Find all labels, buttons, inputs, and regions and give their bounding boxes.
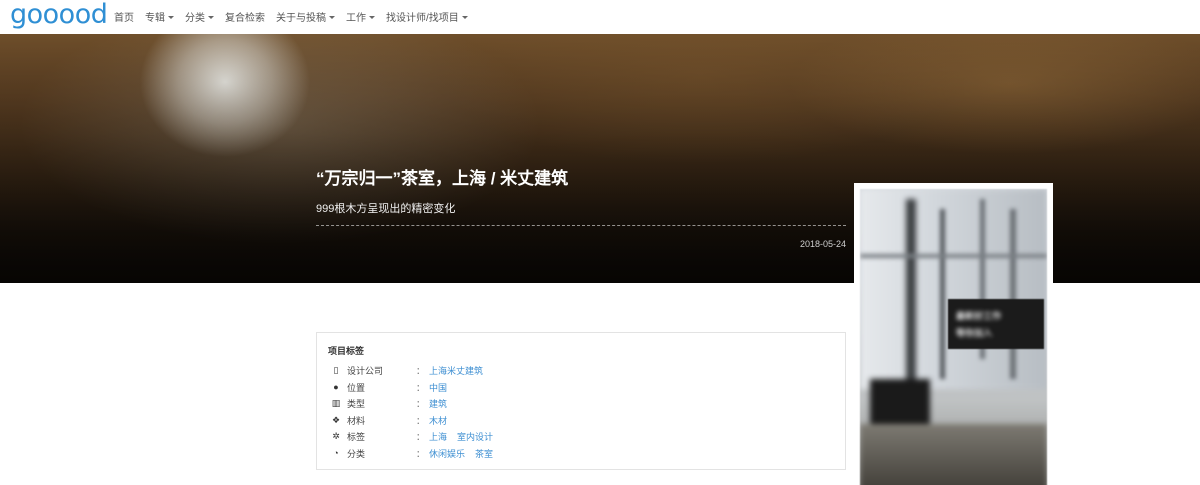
pie-chart-icon: ◔ (333, 448, 339, 458)
project-tags-panel: 项目标签 ▯ 设计公司：上海米丈建筑 ● 位置：中国 ▥ 类型：建筑 ❖ 材料：木材 ✲ 标签：上… (316, 332, 846, 470)
main-menu: 首页 专辑 分类 复合检索 关于与投稿 工作 找设计师/找项目 (114, 9, 479, 24)
tag-row: ✲ 标签 ：上海 室内设计 (331, 429, 831, 443)
tag-row-label: 分类 (347, 448, 366, 459)
tag-row-colon: ： (416, 365, 426, 376)
caret-down-icon (461, 15, 468, 19)
tag-row-colon: ： (416, 448, 426, 459)
nav-item-label: 工作 (346, 13, 366, 24)
tag-row-label: 设计公司 (347, 365, 384, 376)
caret-down-icon (208, 15, 214, 19)
tag-link[interactable]: 中国 (429, 381, 447, 394)
top-navbar: gooood 首页 专辑 分类 复合检索 关于与投稿 工作 找设计师/找项目 (0, 0, 1200, 34)
tag-link[interactable]: 上海米丈建筑 (429, 364, 483, 377)
tag-row: ▯ 设计公司 ：上海米丈建筑 (331, 363, 831, 377)
nav-item-label: 专辑 (145, 13, 165, 24)
tag-row-colon: ： (416, 382, 426, 393)
panel-title: 项目标签 (328, 346, 365, 356)
tag-row: ◔ 分类 ：休闲娱乐 茶室 (331, 446, 831, 460)
tag-row-label: 材料 (347, 415, 366, 426)
article-title: “万宗归一”茶室，上海 / 米丈建筑 (316, 169, 569, 188)
nav-item-6[interactable]: 找设计师/找项目 (386, 9, 468, 24)
tag-link[interactable]: 上海 (429, 430, 447, 443)
pinwheel-icon: ✲ (332, 430, 340, 441)
tag-link[interactable]: 建筑 (429, 397, 447, 410)
publish-date: 2018-05-24 (800, 239, 847, 249)
tag-link[interactable]: 休闲娱乐 (429, 447, 465, 460)
tag-row: ▥ 类型 ：建筑 (331, 396, 831, 410)
caret-down-icon (369, 15, 375, 19)
nav-item-label: 分类 (185, 13, 205, 24)
nav-item-3[interactable]: 复合检索 (225, 9, 265, 24)
building-icon: ▯ (333, 364, 339, 375)
tag-row-label: 位置 (347, 382, 366, 393)
nav-item-0[interactable]: 首页 (114, 9, 134, 24)
ad-caption-line1: 最新好工作 (956, 311, 1002, 321)
nav-item-2[interactable]: 分类 (185, 9, 214, 24)
institution-icon: ▥ (331, 397, 341, 408)
nav-item-label: 首页 (114, 13, 134, 24)
caret-down-icon (329, 15, 335, 19)
tag-row-label: 类型 (347, 398, 366, 409)
tag-row-colon: ： (416, 415, 426, 426)
nav-item-label: 找设计师/找项目 (386, 13, 459, 24)
tag-row: ❖ 材料 ：木材 (331, 413, 831, 427)
nav-item-label: 关于与投稿 (276, 13, 326, 24)
tag-link[interactable]: 室内设计 (457, 430, 493, 443)
ad-image[interactable]: 最新好工作 等你加入 (860, 189, 1047, 485)
tag-row-colon: ： (416, 431, 426, 442)
nav-item-5[interactable]: 工作 (346, 9, 375, 24)
ad-caption-box: 最新好工作 等你加入 (948, 299, 1044, 349)
tag-link[interactable]: 茶室 (475, 447, 493, 460)
tag-row-label: 标签 (347, 431, 366, 442)
article-subtitle: 999根木方呈现出的精密变化 (316, 203, 456, 215)
globe-icon: ● (333, 382, 339, 392)
hero-divider (316, 225, 846, 226)
cubes-icon: ❖ (331, 414, 341, 425)
caret-down-icon (168, 15, 174, 19)
nav-item-label: 复合检索 (225, 13, 265, 24)
tag-row-colon: ： (416, 398, 426, 409)
tag-row: ● 位置 ：中国 (331, 380, 831, 394)
ad-caption-line2: 等你加入 (956, 328, 993, 338)
nav-item-4[interactable]: 关于与投稿 (276, 9, 335, 24)
nav-item-1[interactable]: 专辑 (145, 9, 174, 24)
sidebar-ad[interactable]: 最新好工作 等你加入 (854, 183, 1053, 485)
site-logo[interactable]: gooood (10, 0, 108, 30)
tag-link[interactable]: 木材 (429, 414, 447, 427)
